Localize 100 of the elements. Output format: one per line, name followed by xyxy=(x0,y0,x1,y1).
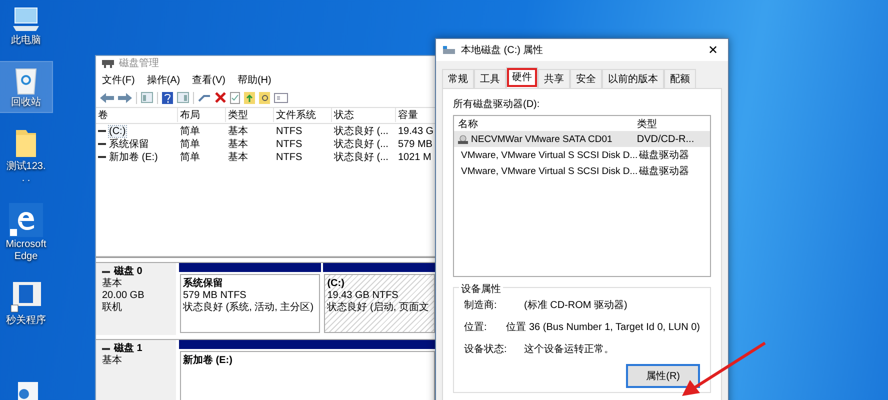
drive-row[interactable]: VMware, VMware Virtual S SCSI Disk D...磁盘驱动器 xyxy=(454,147,710,163)
drive-name: VMware, VMware Virtual S SCSI Disk D... xyxy=(461,150,638,160)
column-header[interactable]: 类型 xyxy=(226,108,274,122)
table-cell-text: NTFS xyxy=(275,126,304,137)
drive-name: NECVMWar VMware SATA CD01 xyxy=(471,134,612,144)
volume-icon xyxy=(98,143,106,146)
column-header[interactable]: 类型 xyxy=(634,116,710,130)
volume-name[interactable]: 新加卷 (E:) xyxy=(109,150,158,164)
partition-status: 状态良好 (系统, 活动, 主分区) xyxy=(183,302,315,314)
computer-icon xyxy=(11,7,41,33)
panel-icon[interactable] xyxy=(177,92,189,104)
column-header[interactable]: 文件系统 xyxy=(274,108,332,122)
tab[interactable]: 工具 xyxy=(474,69,506,88)
volume-name[interactable]: (C:) xyxy=(109,126,126,137)
field-value: (标准 CD-ROM 驱动器) xyxy=(524,298,628,312)
column-header[interactable]: 布局 xyxy=(178,108,226,122)
table-cell-text: NTFS xyxy=(275,138,304,150)
menu-item[interactable]: 操作(A) xyxy=(146,72,180,87)
edge-icon xyxy=(9,203,43,237)
table-cell-text: NTFS xyxy=(275,152,304,163)
drive-row[interactable]: VMware, VMware Virtual S SCSI Disk D...磁盘驱动器 xyxy=(454,163,710,179)
table-cell-text: 579 MB xyxy=(397,138,434,150)
table-cell-text: 19.43 G xyxy=(397,126,435,137)
console-tree-icon[interactable] xyxy=(141,92,153,104)
desktop-icon[interactable]: 秒关程序 xyxy=(0,278,52,330)
table-cell-text: 基本 xyxy=(227,138,249,152)
properties-button[interactable]: 属性(R) xyxy=(626,364,700,388)
volume-name[interactable]: 系统保留 xyxy=(109,137,149,152)
partition-size: 579 MB NTFS xyxy=(183,290,248,302)
window-title: 磁盘管理 xyxy=(119,57,159,70)
dialog-title: 本地磁盘 (C:) 属性 xyxy=(461,44,544,57)
menu-item[interactable]: 帮助(H) xyxy=(237,72,272,87)
disk-management-icon xyxy=(102,58,114,68)
table-cell-text: 简单 xyxy=(179,124,201,138)
disk-size: 20.00 GB xyxy=(102,290,146,302)
drives-label: 所有磁盘驱动器(D): xyxy=(453,98,541,111)
tab[interactable]: 以前的版本 xyxy=(602,69,664,88)
column-header[interactable]: 状态 xyxy=(332,108,396,122)
tab[interactable]: 常规 xyxy=(442,69,474,88)
table-cell-text: 简单 xyxy=(179,150,201,164)
desktop-icon[interactable]: 测试123. . . xyxy=(0,124,52,188)
forward-arrow-icon[interactable] xyxy=(118,92,132,103)
table-cell-text: 状态良好 (... xyxy=(333,150,390,164)
drive-name: VMware, VMware Virtual S SCSI Disk D... xyxy=(461,166,638,176)
field-label: 制造商: xyxy=(464,298,498,312)
desktop-icon[interactable]: 回收站 xyxy=(0,62,52,112)
tab[interactable]: 共享 xyxy=(538,69,570,88)
desktop-icon-label: Microsoft Edge xyxy=(6,239,46,263)
table-cell-text: 基本 xyxy=(227,150,249,164)
tab[interactable]: 硬件 xyxy=(506,67,538,88)
partition-name: 系统保留 xyxy=(183,278,224,290)
tab[interactable]: 配额 xyxy=(664,69,696,88)
table-cell-text: 基本 xyxy=(227,124,249,138)
desktop-icon[interactable]: 此电脑 xyxy=(0,4,52,50)
table-cell-text: 简单 xyxy=(179,138,201,152)
desktop-icon-label: 此电脑 xyxy=(11,35,41,47)
field-label: 设备状态: xyxy=(464,342,508,356)
app-window-icon xyxy=(10,281,42,313)
table-cell-text: 状态良好 (... xyxy=(333,138,390,152)
delete-icon[interactable] xyxy=(215,92,226,104)
volume-icon xyxy=(98,130,106,132)
group-title: 设备属性 xyxy=(459,282,503,296)
drive-row[interactable]: NECVMWar VMware SATA CD01 DVD/CD-R... xyxy=(454,131,710,147)
partition-status: 状态良好 (启动, 页面文 xyxy=(327,302,430,314)
help-icon[interactable] xyxy=(162,92,173,104)
partition-size: 19.43 GB NTFS xyxy=(327,290,400,302)
disk-name: 磁盘 1 xyxy=(114,343,142,354)
field-value: 位置 36 (Bus Number 1, Target Id 0, LUN 0) xyxy=(506,320,700,334)
partition-name: 新加卷 (E:) xyxy=(183,355,234,368)
menu-item[interactable]: 文件(F) xyxy=(102,72,135,87)
back-arrow-icon[interactable] xyxy=(100,92,114,103)
field-label: 位置: xyxy=(464,320,488,334)
connect-icon[interactable] xyxy=(198,93,211,102)
disk-type: 基本 xyxy=(102,278,123,290)
table-cell-text: 状态良好 (... xyxy=(333,124,390,138)
folder-icon xyxy=(14,127,38,159)
disk-status: 联机 xyxy=(102,302,123,314)
properties-icon[interactable] xyxy=(274,92,288,103)
desktop-icon-label: 回收站 xyxy=(11,97,41,109)
partition-name: (C:) xyxy=(327,278,346,290)
document-search-icon[interactable] xyxy=(259,92,270,104)
checklist-icon[interactable] xyxy=(230,92,240,104)
close-button[interactable]: ✕ xyxy=(704,43,722,57)
field-value: 这个设备运转正常。 xyxy=(524,342,614,356)
desktop-icon-label: 测试123. . . xyxy=(6,161,46,185)
column-header[interactable]: 名称 xyxy=(454,116,634,130)
volume-icon xyxy=(98,156,106,158)
drive-type: 磁盘驱动器 xyxy=(638,165,690,178)
tab[interactable]: 安全 xyxy=(570,69,602,88)
menu-item[interactable]: 查看(V) xyxy=(192,72,226,87)
desktop-icon[interactable]: Microsoft Edge xyxy=(0,200,52,266)
drive-icon xyxy=(442,46,456,54)
drive-type: 磁盘驱动器 xyxy=(638,149,690,162)
drive-type: DVD/CD-R... xyxy=(636,134,696,144)
disk-name: 磁盘 0 xyxy=(114,266,142,278)
disk-type: 基本 xyxy=(102,355,123,368)
optical-drive-icon xyxy=(458,134,468,144)
desktop-icon-label: 秒关程序 xyxy=(6,315,46,327)
column-header[interactable]: 卷 xyxy=(96,108,178,122)
document-arrow-icon[interactable] xyxy=(244,92,255,104)
